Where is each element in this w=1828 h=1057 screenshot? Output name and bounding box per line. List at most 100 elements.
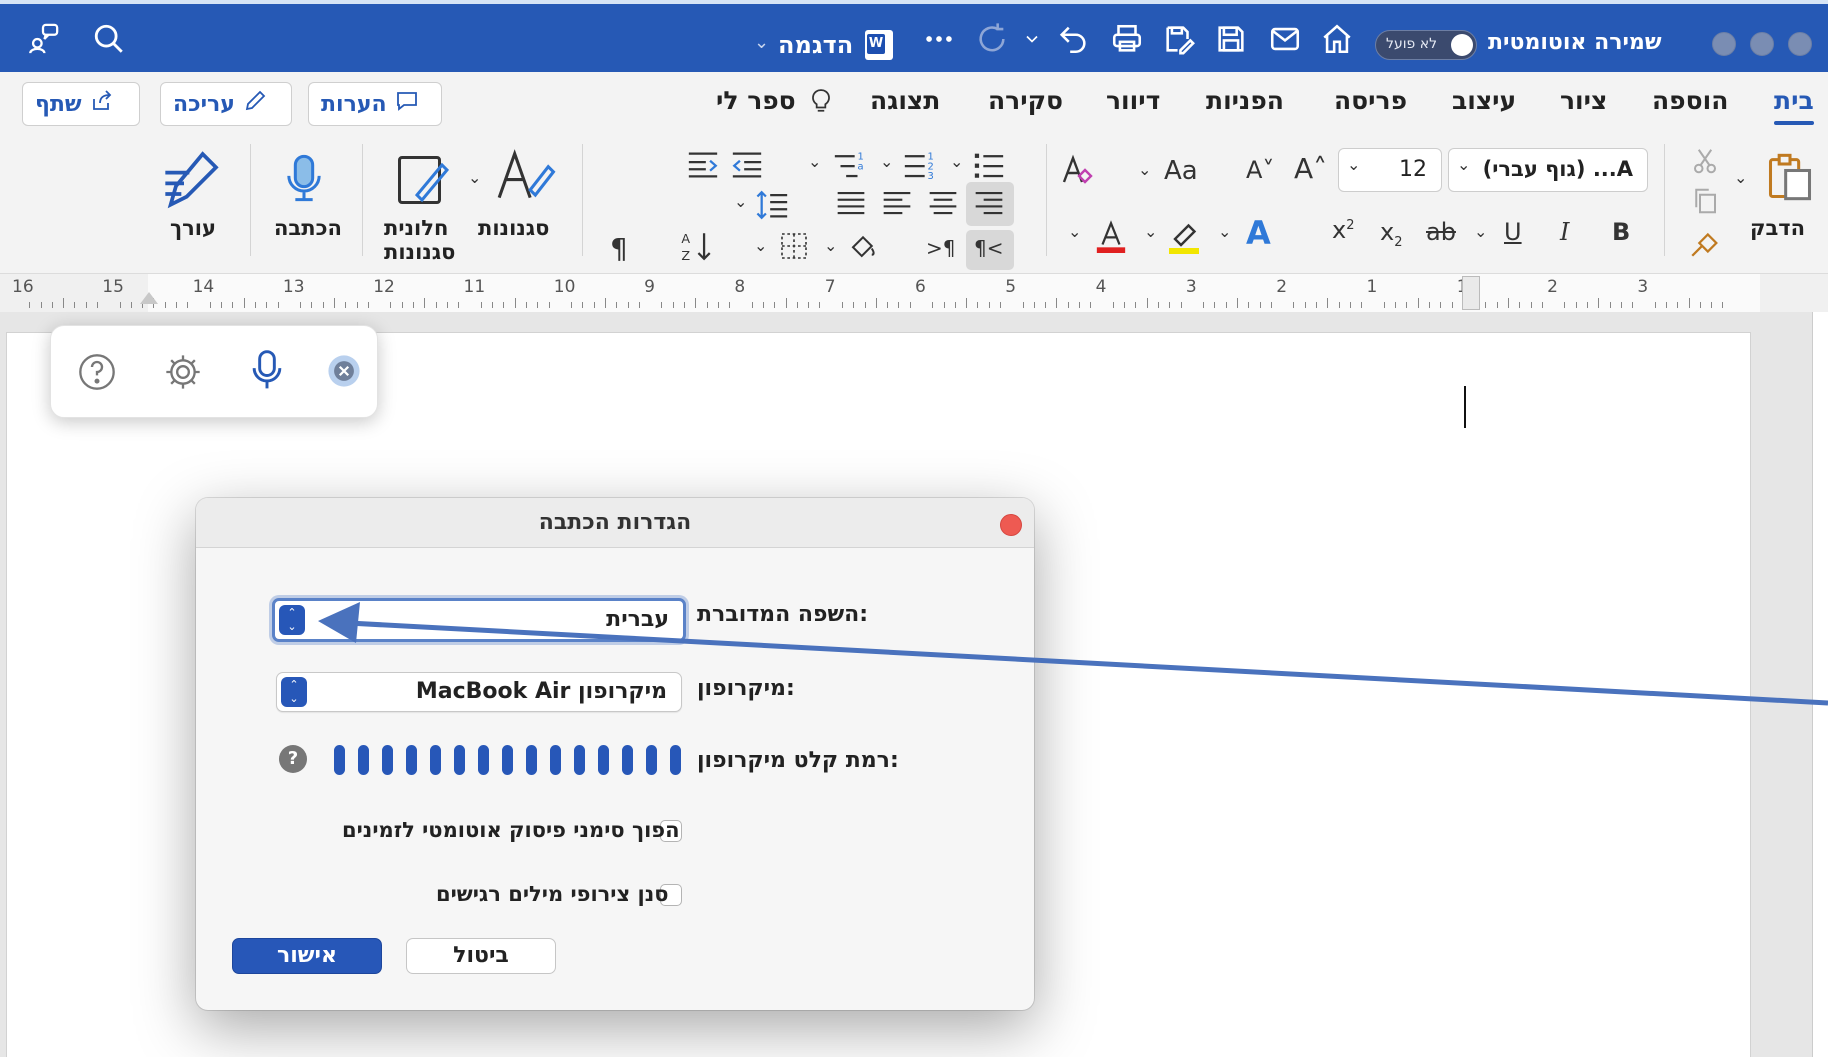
bullets-chevron-down-icon[interactable]: ⌄ [950,152,963,171]
microphone-select[interactable]: MacBook Air מיקרופון ⌃ ⌄ [276,672,682,712]
minimize-window-button[interactable] [1750,32,1774,56]
underline-button[interactable]: U [1504,218,1522,246]
multilevel-list-icon[interactable]: 1a [832,148,866,182]
shading-icon[interactable] [848,230,878,262]
tab-tell-me[interactable]: ספר לי [716,86,796,115]
cancel-button[interactable]: ביטול [406,938,556,974]
undo-icon[interactable] [1056,22,1090,56]
numbering-icon[interactable]: 123 [902,148,936,182]
italic-button[interactable]: I [1560,218,1569,246]
highlight-chevron-down-icon[interactable]: ⌄ [1144,222,1157,241]
line-spacing-icon[interactable] [756,188,790,222]
zoom-window-button[interactable] [1712,32,1736,56]
ruler-tick [1632,302,1634,308]
print-icon[interactable] [1110,22,1144,56]
grow-font-icon[interactable]: A˄ [1294,152,1327,185]
borders-icon[interactable] [778,230,810,262]
bold-button[interactable]: B [1612,218,1630,246]
underline-chevron-down-icon[interactable]: ⌄ [1474,222,1487,241]
gear-icon[interactable] [163,352,203,392]
tab-layout[interactable]: פריסה [1334,86,1407,115]
superscript-button[interactable]: x2 [1332,216,1354,244]
tab-review[interactable]: סקירה [988,86,1063,115]
mail-icon[interactable] [1268,22,1302,56]
highlight-icon[interactable] [1166,216,1202,256]
more-icon[interactable] [922,22,956,56]
ok-button[interactable]: אישור [232,938,382,974]
styles-gallery-icon[interactable] [492,146,558,208]
font-size-combo[interactable]: 12 ⌄ [1338,148,1442,192]
document-title[interactable]: הדגמה [778,31,853,59]
copy-icon[interactable] [1690,186,1720,216]
subscript-button[interactable]: x2 [1380,218,1402,250]
bullets-icon[interactable] [972,148,1006,182]
close-icon[interactable] [327,354,361,388]
share-button[interactable]: שתף [22,82,140,126]
line-spacing-chevron-down-icon[interactable]: ⌄ [734,192,747,211]
multilevel-chevron-down-icon[interactable]: ⌄ [808,152,821,171]
title-chevron-down-icon[interactable]: ⌄ [754,32,769,53]
tab-insert[interactable]: הוספה [1652,86,1728,115]
text-effects-button[interactable]: A [1246,214,1271,252]
tab-references[interactable]: הפניות [1206,86,1284,115]
change-case-chevron-down-icon[interactable]: ⌄ [1138,160,1151,179]
save-icon[interactable] [1214,22,1248,56]
tab-home[interactable]: בית [1774,86,1814,125]
font-name-chevron-down-icon[interactable]: ⌄ [1457,155,1470,174]
right-to-left-button[interactable]: ¶< [974,236,1003,260]
text-effects-chevron-down-icon[interactable]: ⌄ [1218,222,1231,241]
increase-indent-icon[interactable] [686,148,720,182]
font-size-chevron-down-icon[interactable]: ⌄ [1347,155,1360,174]
clipboard-icon[interactable] [1764,148,1816,206]
shading-chevron-down-icon[interactable]: ⌄ [824,236,837,255]
left-indent-marker[interactable] [140,292,158,304]
numbering-chevron-down-icon[interactable]: ⌄ [880,152,893,171]
tab-draw[interactable]: ציור [1560,86,1607,115]
language-select[interactable]: עברית ⌃ ⌄ [272,598,686,642]
shrink-font-icon[interactable]: A˅ [1246,156,1274,184]
home-icon[interactable] [1320,22,1354,56]
clear-formatting-icon[interactable] [1058,152,1094,188]
left-to-right-button[interactable]: >¶ [926,236,955,260]
styles-pane-icon[interactable] [392,150,452,210]
strikethrough-button[interactable]: ab [1426,218,1456,246]
align-right-icon[interactable] [972,188,1006,220]
cut-icon[interactable] [1690,146,1720,176]
tab-mailings[interactable]: דיוור [1106,86,1160,115]
align-left-icon[interactable] [880,188,914,220]
justify-icon[interactable] [834,188,868,220]
ruler-tick [762,302,764,308]
undo-dropdown-icon[interactable] [1022,22,1042,56]
font-name-combo[interactable]: (גוף עברי) ...A ⌄ [1448,148,1648,192]
microphone-icon[interactable] [245,344,289,396]
help-icon[interactable]: ? [279,745,307,773]
align-center-icon[interactable] [926,188,960,220]
font-color-chevron-down-icon[interactable]: ⌄ [1068,222,1081,241]
paste-chevron-down-icon[interactable]: ⌄ [1734,168,1747,187]
format-painter-icon[interactable] [1688,226,1722,260]
styles-chevron-down-icon[interactable]: ⌄ [468,168,481,187]
change-case-button[interactable]: Aa [1164,156,1198,186]
edit-mode-button[interactable]: עריכה [160,82,292,126]
right-indent-marker[interactable] [1462,276,1480,310]
decrease-indent-icon[interactable] [730,148,764,182]
edit-label: עריכה [173,91,235,117]
help-icon[interactable] [77,352,117,392]
save-as-icon[interactable] [1162,22,1196,56]
sort-icon[interactable]: AZ [680,228,714,264]
borders-chevron-down-icon[interactable]: ⌄ [754,236,767,255]
dialog-close-button[interactable] [1000,514,1022,536]
horizontal-ruler[interactable]: 16151413121110987654321123 [0,274,1828,312]
tab-view[interactable]: תצוגה [870,86,940,115]
font-color-icon[interactable] [1094,216,1128,256]
tab-design[interactable]: עיצוב [1452,86,1516,115]
autosave-toggle[interactable]: לא פועל [1375,30,1477,60]
share-people-icon[interactable] [26,22,60,56]
comments-button[interactable]: הערות [308,82,442,126]
show-formatting-marks-button[interactable]: ¶ [610,232,628,265]
dictate-microphone-icon[interactable] [278,146,330,210]
close-window-button[interactable] [1788,32,1812,56]
search-icon[interactable] [92,22,126,56]
editor-pen-icon[interactable] [160,146,224,210]
redo-icon[interactable] [975,22,1009,56]
